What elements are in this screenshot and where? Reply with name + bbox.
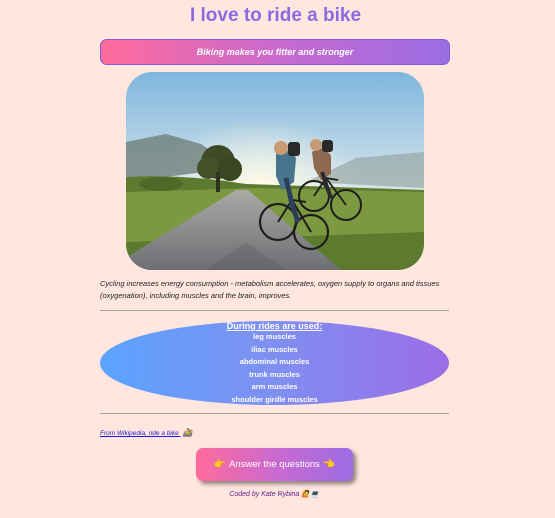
muscle-item: trunk muscles bbox=[249, 369, 300, 379]
bottom-divider bbox=[100, 413, 449, 414]
pointing-left-icon: 👈 bbox=[322, 459, 336, 470]
page: I love to ride a bike Biking makes you f… bbox=[0, 0, 555, 518]
muscle-item: shoulder girdle muscles bbox=[231, 394, 318, 404]
cycling-photo-image bbox=[126, 72, 424, 270]
wikipedia-link-label: From Wikipedia, ride a bike bbox=[100, 430, 179, 437]
subtitle-banner: Biking makes you fitter and stronger bbox=[100, 39, 450, 65]
subtitle-text: Biking makes you fitter and stronger bbox=[196, 47, 354, 57]
muscle-item: abdominal muscles bbox=[239, 357, 310, 366]
cycling-description: Cycling increases energy consumption - m… bbox=[100, 279, 440, 300]
muscle-list: leg muscles iliac muscles abdominal musc… bbox=[100, 331, 449, 405]
muscle-item: arm muscles bbox=[251, 382, 298, 391]
pointing-right-icon: 👉 bbox=[213, 459, 227, 470]
person-laptop-icon: 🙋💻 bbox=[301, 491, 319, 498]
page-title: I love to ride a bike bbox=[189, 5, 362, 26]
answer-questions-button[interactable]: 👉 Answer the questions 👈 bbox=[196, 448, 353, 481]
cycling-photo bbox=[126, 72, 424, 270]
muscle-item: leg muscles bbox=[253, 332, 296, 341]
muscles-heading: During rides are used: bbox=[226, 321, 323, 331]
wikipedia-source-link[interactable]: From Wikipedia, ride a bike 🚵 bbox=[100, 428, 192, 437]
credit-text: Coded by Kate Rybina bbox=[229, 491, 300, 498]
mountain-biker-icon: 🚵 bbox=[182, 428, 193, 437]
top-divider bbox=[100, 310, 449, 311]
muscles-panel: During rides are used: leg muscles iliac… bbox=[100, 321, 449, 405]
answer-button-label: Answer the questions bbox=[229, 459, 320, 470]
muscle-item: iliac muscles bbox=[251, 344, 298, 354]
footer-credit: Coded by Kate Rybina 🙋💻 bbox=[0, 490, 548, 498]
